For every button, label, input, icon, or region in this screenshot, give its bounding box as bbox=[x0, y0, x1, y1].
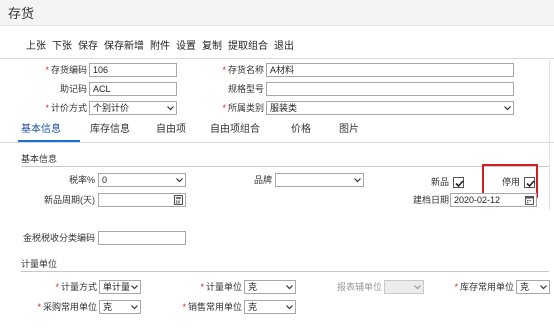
new-product-label: 新品 bbox=[430, 177, 449, 187]
new-product-checkbox[interactable] bbox=[453, 177, 464, 188]
brand-label: 品牌 bbox=[253, 175, 272, 185]
unit-section-title: 计量单位 bbox=[21, 259, 58, 269]
copy-button[interactable]: 复制 bbox=[199, 39, 225, 55]
save-and-new-button[interactable]: 保存新增 bbox=[101, 39, 147, 55]
tax-class-code-input[interactable] bbox=[98, 231, 186, 245]
category-label: * 所属类别 bbox=[222, 103, 264, 113]
code-label: * 存货编码 bbox=[45, 65, 87, 75]
code-input[interactable]: 106 bbox=[89, 63, 177, 77]
basic-section-divider bbox=[21, 166, 549, 167]
category-value: 服装类 bbox=[270, 103, 298, 113]
spec-input[interactable] bbox=[266, 82, 514, 96]
tax-rate-value: 0 bbox=[102, 175, 108, 185]
chevron-down-icon bbox=[286, 305, 293, 310]
sales-unit-select[interactable]: 克 bbox=[244, 300, 296, 314]
sales-unit-value: 克 bbox=[248, 302, 258, 312]
mnemonic-label: 助记码 bbox=[59, 84, 87, 94]
pricing-value: 个别计价 bbox=[93, 103, 130, 113]
next-button[interactable]: 下张 bbox=[49, 39, 75, 55]
chevron-down-icon bbox=[131, 285, 138, 290]
calendar-icon[interactable] bbox=[525, 195, 534, 205]
spec-label: 规格型号 bbox=[227, 84, 264, 94]
measure-method-label: * 计量方式 bbox=[55, 282, 97, 292]
unit-value: 克 bbox=[248, 282, 258, 292]
save-button[interactable]: 保存 bbox=[75, 39, 101, 55]
purchase-unit-select[interactable]: 克 bbox=[99, 300, 141, 314]
category-select[interactable]: 服装类 bbox=[266, 101, 514, 115]
pricing-label: * 计价方式 bbox=[45, 103, 87, 113]
toolbar-divider bbox=[0, 58, 554, 59]
exit-button[interactable]: 退出 bbox=[271, 39, 297, 55]
window-title: 存货 bbox=[8, 6, 35, 21]
extract-combination-button[interactable]: 提取组合 bbox=[225, 39, 271, 55]
tax-rate-select[interactable]: 0 bbox=[98, 173, 186, 187]
report-aux-unit-select bbox=[384, 280, 424, 294]
tab-image[interactable]: 图片 bbox=[339, 123, 359, 137]
scroll-edge bbox=[549, 60, 550, 210]
new-period-label: 新品周期(天) bbox=[44, 195, 95, 205]
unit-section-divider bbox=[21, 271, 549, 272]
check-icon bbox=[455, 180, 464, 188]
unit-select[interactable]: 克 bbox=[244, 280, 296, 294]
tab-free-item-combination[interactable]: 自由项组合 bbox=[210, 123, 260, 137]
stock-unit-select[interactable]: 克 bbox=[516, 280, 550, 294]
chevron-down-icon bbox=[167, 106, 174, 111]
toolbar: 上张 下张 保存 保存新增 附件 设置 复制 提取组合 退出 bbox=[0, 39, 297, 55]
stock-unit-value: 克 bbox=[520, 282, 530, 292]
tax-class-code-label: 金税税收分类编码 bbox=[22, 233, 95, 243]
calculator-icon[interactable] bbox=[174, 195, 183, 205]
attachment-button[interactable]: 附件 bbox=[147, 39, 173, 55]
tab-basic-info[interactable]: 基本信息 bbox=[21, 123, 61, 137]
measure-method-select[interactable]: 单计量 bbox=[99, 280, 141, 294]
chevron-down-icon bbox=[286, 285, 293, 290]
chevron-down-icon bbox=[504, 106, 511, 111]
stock-unit-label: * 库存常用单位 bbox=[454, 282, 514, 292]
basic-section-title: 基本信息 bbox=[21, 154, 58, 164]
tab-divider bbox=[0, 142, 554, 143]
new-period-input[interactable] bbox=[98, 193, 186, 207]
settings-button[interactable]: 设置 bbox=[173, 39, 199, 55]
created-date-value: 2020-02-12 bbox=[454, 195, 501, 205]
tab-stock-info[interactable]: 库存信息 bbox=[90, 123, 130, 137]
report-aux-unit-label: 报表辅单位 bbox=[336, 282, 382, 292]
brand-select[interactable] bbox=[275, 173, 364, 187]
tax-rate-label: 税率% bbox=[68, 175, 95, 185]
name-input[interactable]: A材料 bbox=[266, 63, 514, 77]
chevron-down-icon bbox=[540, 285, 547, 290]
chevron-down-icon bbox=[131, 305, 138, 310]
prev-button[interactable]: 上张 bbox=[23, 39, 49, 55]
tab-price[interactable]: 价格 bbox=[291, 123, 311, 137]
tab-free-items[interactable]: 自由项 bbox=[156, 123, 186, 137]
pricing-select[interactable]: 个别计价 bbox=[89, 101, 177, 115]
mnemonic-input[interactable]: ACL bbox=[89, 82, 177, 96]
purchase-unit-label: * 采购常用单位 bbox=[37, 302, 97, 312]
purchase-unit-value: 克 bbox=[103, 302, 113, 312]
measure-method-value: 单计量 bbox=[103, 282, 131, 292]
window-titlebar: 存货 bbox=[0, 0, 554, 26]
created-date-input[interactable]: 2020-02-12 bbox=[450, 193, 537, 207]
sales-unit-label: * 销售常用单位 bbox=[182, 302, 242, 312]
chevron-down-icon bbox=[354, 178, 361, 183]
chevron-down-icon bbox=[176, 178, 183, 183]
unit-label: * 计量单位 bbox=[200, 282, 242, 292]
name-label: * 存货名称 bbox=[222, 65, 264, 75]
created-date-label: 建档日期 bbox=[412, 195, 449, 205]
chevron-down-icon bbox=[414, 285, 421, 290]
